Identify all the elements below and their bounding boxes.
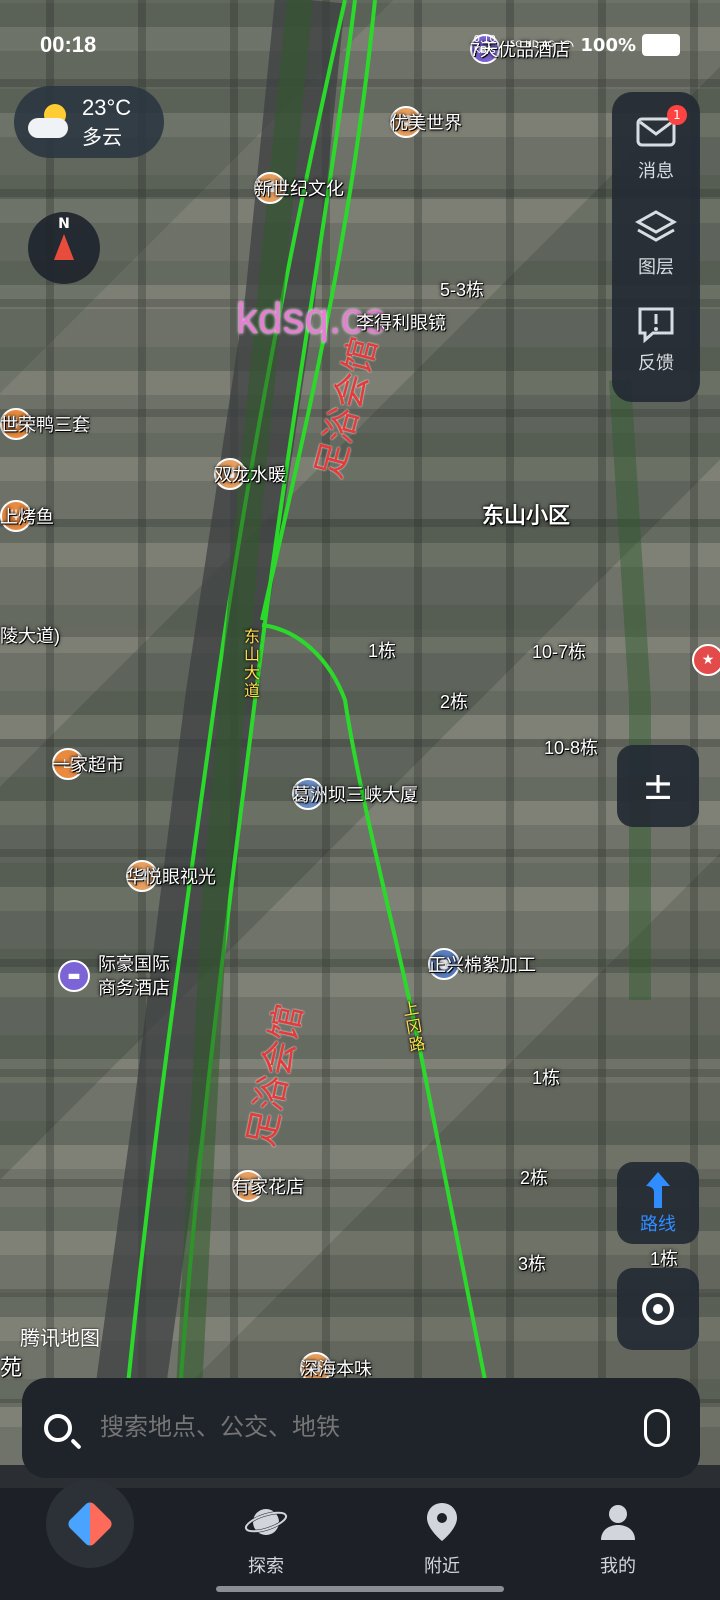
crosshair-icon bbox=[642, 1293, 674, 1325]
zoom-button[interactable]: ± bbox=[617, 745, 699, 827]
feedback-label: 反馈 bbox=[638, 353, 674, 374]
road-label-dongshan-dadao: 东山大道 bbox=[243, 627, 260, 700]
tab-me-label: 我的 bbox=[600, 1556, 636, 1577]
route-arrow-icon bbox=[646, 1172, 670, 1208]
poi-yijia[interactable]: 一家超市 ⊔ bbox=[52, 748, 124, 780]
map-brand-label: 腾讯地图 bbox=[20, 1328, 100, 1350]
messages-label: 消息 bbox=[638, 161, 674, 182]
compass-needle-icon bbox=[54, 234, 74, 260]
tab-nearby-label: 附近 bbox=[424, 1556, 460, 1577]
weather-condition: 多云 bbox=[82, 126, 122, 149]
locate-me-button[interactable] bbox=[617, 1268, 699, 1350]
building-label-b3: 3栋 bbox=[518, 1254, 547, 1274]
battery-text: 100% bbox=[580, 34, 636, 56]
feedback-icon bbox=[635, 305, 677, 344]
layers-label: 图层 bbox=[638, 257, 674, 278]
building-label-b1: 1栋 bbox=[532, 1068, 561, 1088]
status-time: 00:18 bbox=[40, 32, 97, 57]
poi-youjia[interactable]: ◘ 有家花店 bbox=[232, 1170, 304, 1202]
compass-north-label: N bbox=[58, 216, 70, 232]
building-label-53: 5-3栋 bbox=[440, 280, 485, 300]
building-label-b2: 2栋 bbox=[520, 1168, 549, 1188]
pin-icon bbox=[420, 1500, 464, 1544]
layers-icon bbox=[634, 209, 678, 247]
search-icon bbox=[44, 1414, 72, 1442]
poi-shuanglong[interactable]: 双龙水暖 ◘ bbox=[214, 458, 286, 490]
gesture-home-bar[interactable] bbox=[216, 1586, 504, 1592]
navigation-diamond-icon bbox=[65, 1499, 115, 1549]
poi-jihao-line2: 商务酒店 bbox=[98, 978, 170, 998]
route-label: 路线 bbox=[640, 1214, 676, 1235]
weather-widget[interactable]: 23°C 多云 bbox=[14, 86, 164, 158]
poi-huayue[interactable]: ◘ 华悦眼视光 bbox=[126, 860, 216, 892]
messages-button[interactable]: 1 消息 bbox=[612, 100, 700, 196]
feedback-button[interactable]: 反馈 bbox=[612, 292, 700, 388]
planet-icon bbox=[244, 1500, 288, 1544]
building-label-1: 1栋 bbox=[368, 641, 397, 661]
poi-jihao[interactable]: ▬ 际豪国际 商务酒店 bbox=[58, 952, 170, 1000]
tab-nearby[interactable]: 附近 bbox=[382, 1500, 502, 1578]
poi-ronya[interactable]: 世荣鸭三套 Ψ bbox=[0, 408, 90, 440]
map-tools-panel: 1 消息 图层 反馈 bbox=[612, 92, 700, 402]
search-input[interactable] bbox=[98, 1413, 644, 1443]
battery-icon bbox=[642, 34, 680, 56]
tab-explore-label: 探索 bbox=[248, 1556, 284, 1577]
wifi-icon: ◠ bbox=[560, 35, 575, 55]
weather-temp: 23°C bbox=[82, 94, 132, 120]
poi-youmei[interactable]: ◘ 优美世界 bbox=[390, 106, 462, 138]
mail-icon: 1 bbox=[635, 105, 687, 151]
building-label-2: 2栋 bbox=[440, 692, 469, 712]
status-bar: 00:18 0.10 KB/s 5G HD 4G ◠ 100% bbox=[40, 28, 680, 62]
poi-zhengxing[interactable]: ● 正兴棉絮加工 bbox=[428, 948, 536, 980]
search-bar[interactable] bbox=[22, 1378, 700, 1478]
poi-gezhouba[interactable]: ▥ 葛洲坝三峡大厦 bbox=[292, 778, 418, 810]
building-label-107: 10-7栋 bbox=[532, 642, 587, 662]
tab-explore[interactable]: 探索 bbox=[206, 1500, 326, 1578]
tab-me[interactable]: 我的 bbox=[558, 1500, 678, 1578]
route-line-branch bbox=[261, 623, 487, 1381]
star-icon[interactable]: ★ bbox=[692, 644, 720, 676]
microphone-icon[interactable] bbox=[644, 1409, 670, 1447]
poi-jihao-line1: 际豪国际 bbox=[98, 954, 170, 974]
user-icon bbox=[596, 1500, 640, 1544]
poi-kaoyu[interactable]: 上烤鱼 Ψ bbox=[0, 500, 54, 532]
layers-button[interactable]: 图层 bbox=[612, 196, 700, 292]
compass-button[interactable]: N bbox=[28, 212, 100, 284]
area-label-yuan: 苑 bbox=[0, 1355, 23, 1380]
hotel-icon: ▬ bbox=[58, 960, 90, 992]
net-speed: 0.10 KB/s bbox=[473, 34, 496, 56]
home-compass-button[interactable] bbox=[46, 1480, 134, 1568]
poi-xinshiji[interactable]: ◘ 新世纪文化 bbox=[254, 172, 344, 204]
network-type: 5G HD 4G bbox=[509, 40, 555, 50]
status-icons: 0.10 KB/s 5G HD 4G ◠ 100% bbox=[474, 34, 680, 56]
route-button[interactable]: 路线 bbox=[617, 1162, 699, 1244]
area-label-dongshan: 东山小区 bbox=[482, 503, 571, 528]
road-label-ling: 陵大道) bbox=[0, 626, 60, 646]
messages-badge: 1 bbox=[667, 105, 687, 125]
cloud-sun-icon bbox=[28, 104, 72, 140]
building-label-108: 10-8栋 bbox=[544, 738, 599, 758]
